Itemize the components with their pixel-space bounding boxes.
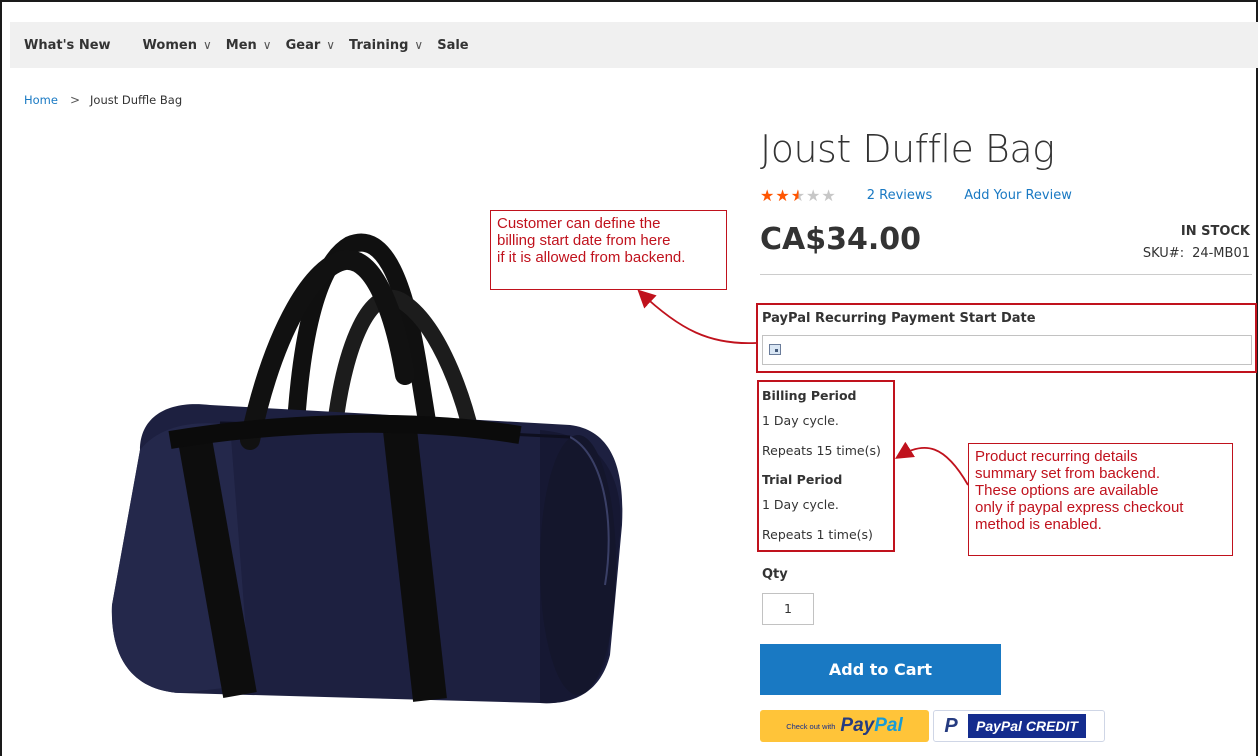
star-full-icon: ★ bbox=[760, 186, 776, 205]
star-half-icon: ★ bbox=[790, 186, 807, 205]
product-rating: ★★★★★ 2 Reviews Add Your Review bbox=[760, 186, 1072, 205]
start-date-label: PayPal Recurring Payment Start Date bbox=[762, 311, 1036, 326]
paypal-logo: PayPal bbox=[840, 715, 902, 737]
chevron-down-icon: ∨ bbox=[202, 38, 212, 52]
product-image[interactable] bbox=[100, 225, 645, 725]
nav-men[interactable]: Men ∨ bbox=[226, 38, 272, 53]
billing-period-title: Billing Period bbox=[762, 388, 857, 403]
nav-women[interactable]: Women ∨ bbox=[143, 38, 212, 53]
callout-line: These options are available bbox=[975, 482, 1159, 499]
paypal-logo-pal: Pal bbox=[874, 715, 903, 736]
nav-label: Gear bbox=[285, 37, 321, 53]
chevron-down-icon: ∨ bbox=[414, 38, 424, 52]
nav-gear[interactable]: Gear ∨ bbox=[286, 38, 335, 53]
star-empty-icon: ★ bbox=[806, 186, 822, 205]
breadcrumb-current: Joust Duffle Bag bbox=[90, 93, 183, 107]
callout-line: Customer can define the bbox=[497, 215, 661, 232]
paypal-credit-button[interactable]: P PayPal CREDIT bbox=[933, 710, 1105, 742]
nav-label: What's New bbox=[24, 37, 111, 53]
trial-repeats: Repeats 1 time(s) bbox=[762, 527, 873, 542]
paypal-checkout-text: Check out with bbox=[786, 721, 836, 731]
callout-line: method is enabled. bbox=[975, 516, 1102, 533]
nav-sale[interactable]: Sale bbox=[437, 38, 468, 53]
add-review-link[interactable]: Add Your Review bbox=[964, 188, 1072, 203]
duffle-bag-image bbox=[111, 233, 623, 704]
paypal-checkout-button[interactable]: Check out with PayPal bbox=[760, 710, 929, 742]
reviews-link[interactable]: 2 Reviews bbox=[867, 188, 933, 203]
sku-value: 24-MB01 bbox=[1192, 246, 1250, 261]
sku-label: SKU#: bbox=[1142, 246, 1185, 261]
callout-line: billing start date from here bbox=[497, 232, 671, 249]
star-full-icon: ★ bbox=[775, 186, 791, 205]
paypal-logo-pay: Pay bbox=[840, 715, 875, 736]
billing-repeats: Repeats 15 time(s) bbox=[762, 443, 881, 458]
paypal-credit-text: PayPal CREDIT bbox=[968, 714, 1086, 738]
start-date-input[interactable] bbox=[762, 335, 1252, 365]
annotation-callout-start-date: Customer can define the billing start da… bbox=[490, 210, 727, 290]
callout-line: if it is allowed from backend. bbox=[497, 249, 686, 266]
trial-cycle: 1 Day cycle. bbox=[762, 497, 839, 512]
billing-cycle: 1 Day cycle. bbox=[762, 413, 839, 428]
chevron-down-icon: ∨ bbox=[326, 38, 336, 52]
product-title: Joust Duffle Bag bbox=[760, 127, 1055, 171]
chevron-down-icon: ∨ bbox=[262, 38, 272, 52]
nav-label: Training bbox=[349, 37, 409, 53]
callout-line: Product recurring details bbox=[975, 448, 1138, 465]
nav-whats-new[interactable]: What's New bbox=[24, 38, 111, 53]
annotation-callout-billing: Product recurring details summary set fr… bbox=[968, 443, 1233, 556]
nav-label: Women bbox=[142, 37, 197, 53]
breadcrumb-separator: > bbox=[69, 93, 81, 107]
product-sku: SKU#: 24-MB01 bbox=[1143, 246, 1250, 261]
paypal-p-icon: P bbox=[944, 715, 958, 737]
calendar-icon[interactable] bbox=[769, 344, 781, 355]
nav-label: Men bbox=[225, 37, 257, 53]
breadcrumb-home-link[interactable]: Home bbox=[24, 93, 58, 107]
trial-period-title: Trial Period bbox=[762, 472, 843, 487]
main-navigation: What's New Women ∨ Men ∨ Gear ∨ Training ∨ S… bbox=[10, 22, 1258, 68]
star-empty-icon: ★ bbox=[821, 186, 837, 205]
callout-line: summary set from backend. bbox=[975, 465, 1161, 482]
product-price: CA$34.00 bbox=[760, 222, 922, 257]
add-to-cart-button[interactable]: Add to Cart bbox=[760, 644, 1001, 695]
qty-input[interactable]: 1 bbox=[762, 593, 814, 625]
rating-stars: ★★★★★ bbox=[760, 186, 837, 205]
qty-label: Qty bbox=[762, 567, 788, 582]
info-divider bbox=[760, 274, 1252, 275]
nav-label: Sale bbox=[437, 37, 469, 53]
nav-training[interactable]: Training ∨ bbox=[349, 38, 423, 53]
breadcrumb: Home > Joust Duffle Bag bbox=[24, 93, 182, 107]
stock-status: IN STOCK bbox=[1180, 224, 1250, 239]
callout-line: only if paypal express checkout bbox=[975, 499, 1184, 516]
